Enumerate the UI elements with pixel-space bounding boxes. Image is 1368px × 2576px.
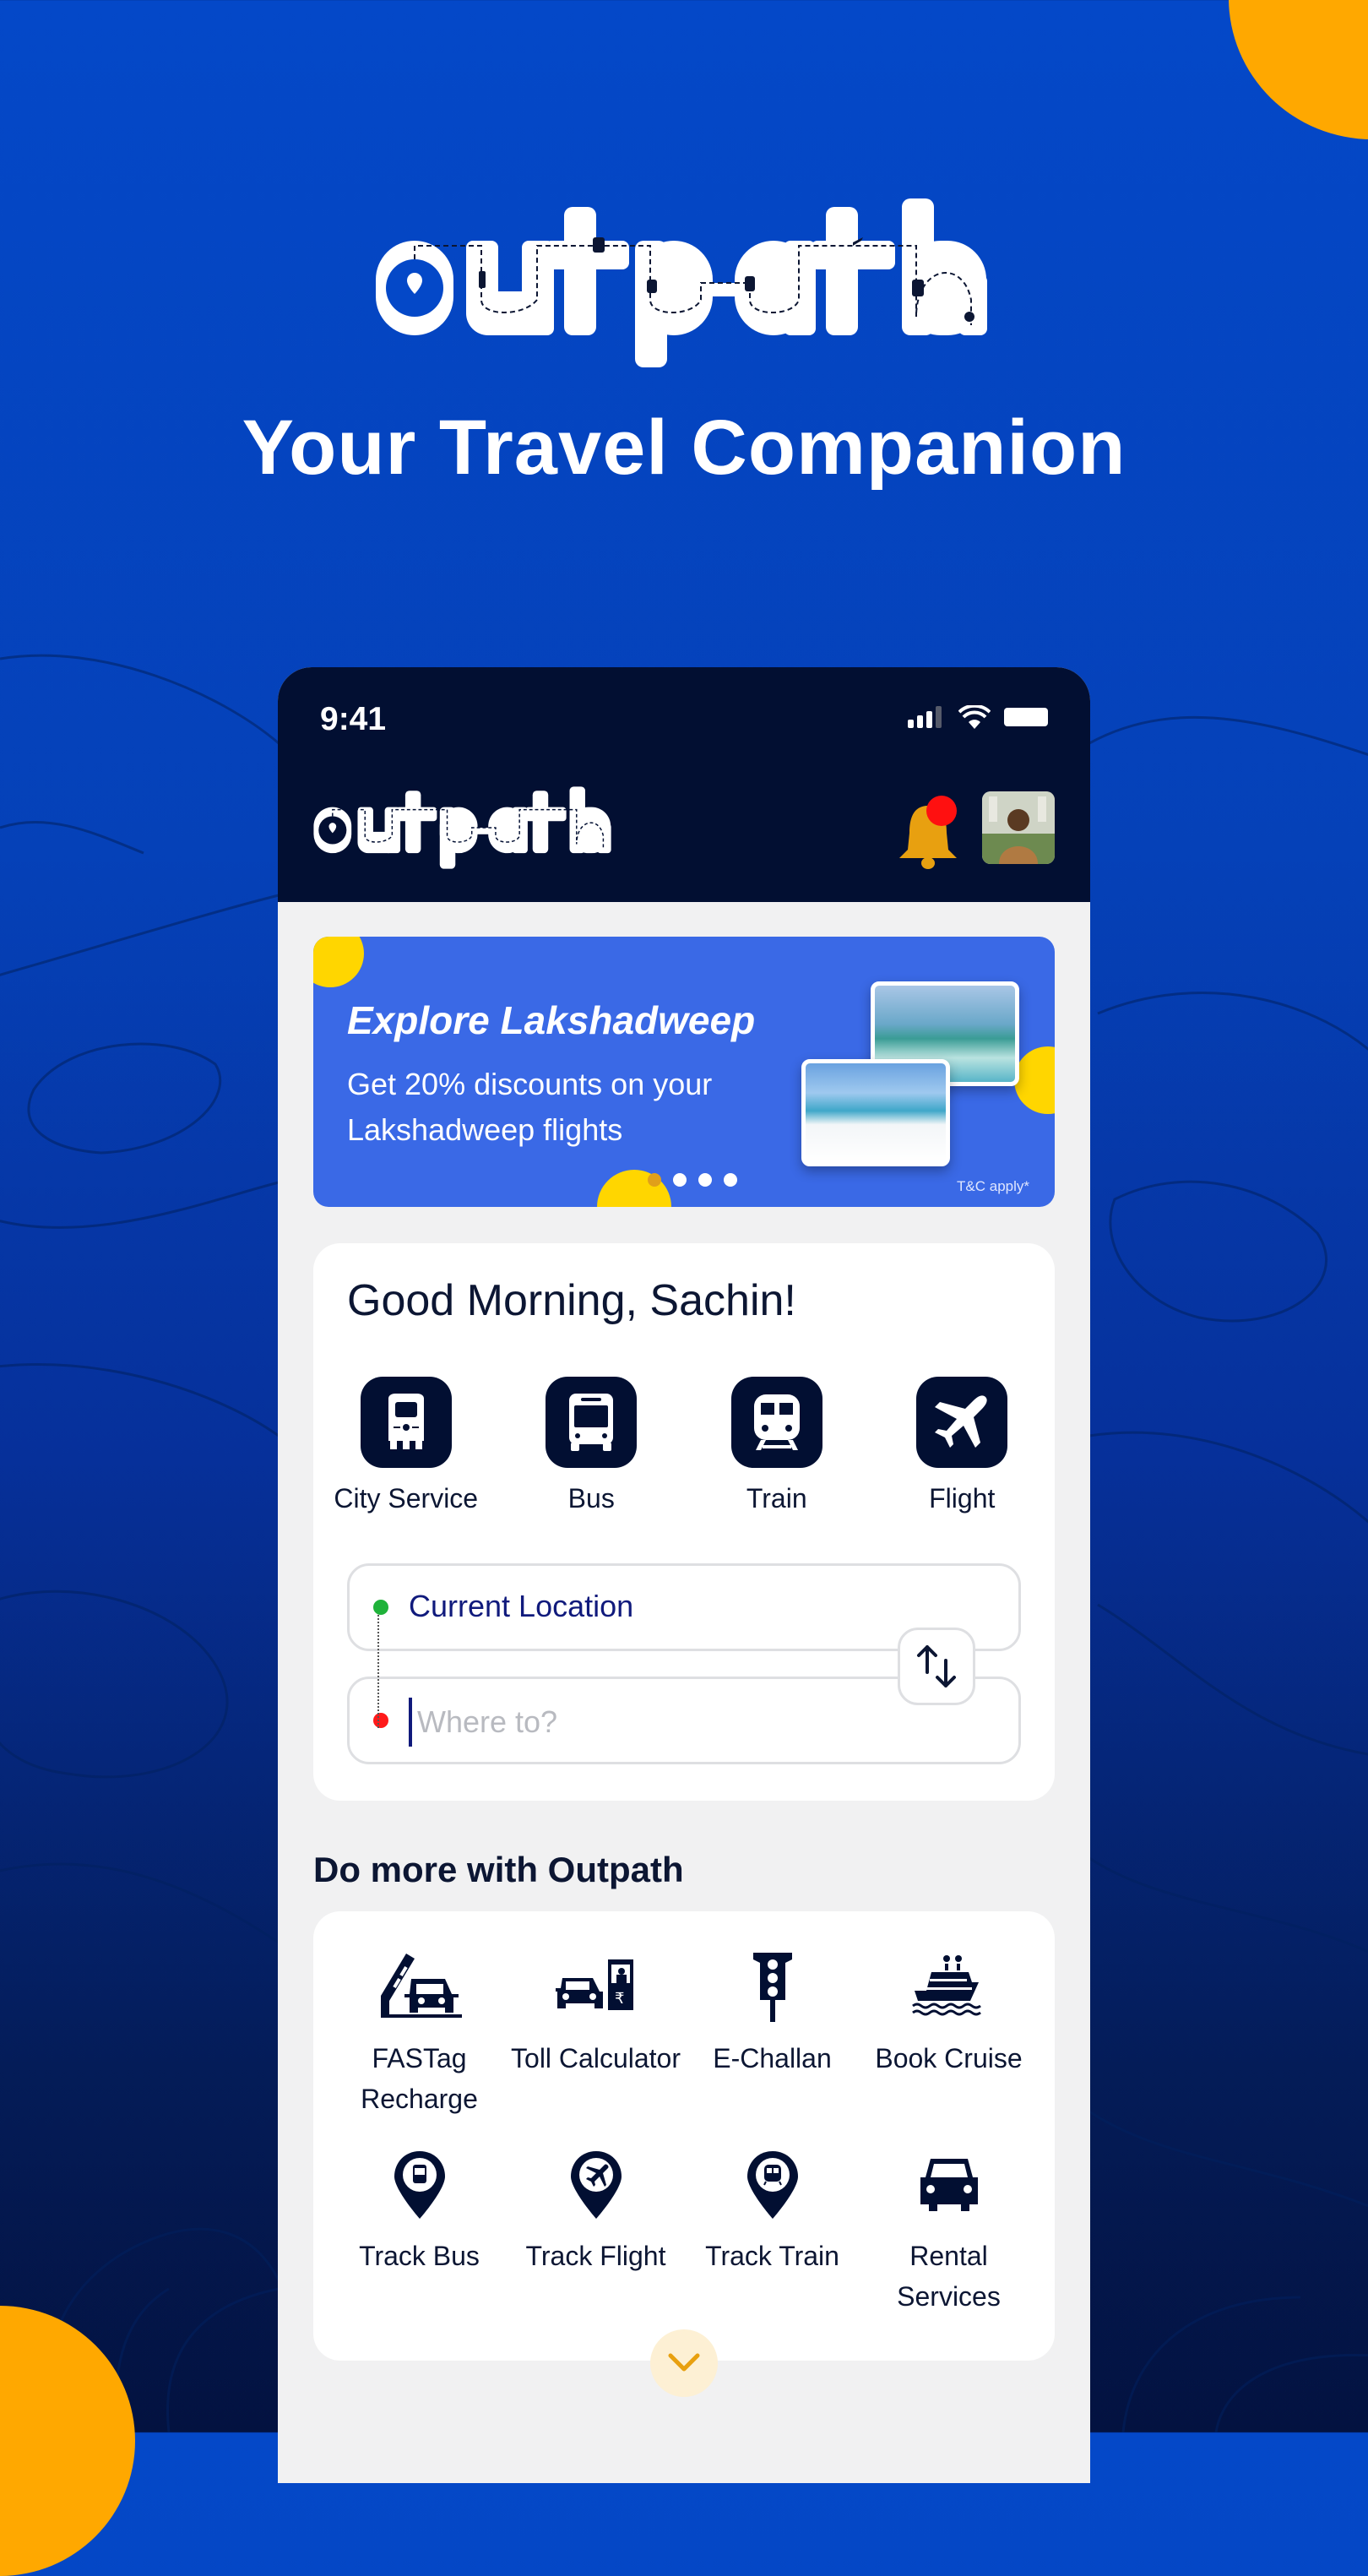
mode-label: Train [746,1483,807,1514]
banner-title: Explore Lakshadweep [347,998,756,1042]
transport-modes: City Service Bus Train Flight [313,1377,1055,1514]
toll-barrier-car-icon [380,1954,462,2018]
bus-location-pin-icon [394,2151,445,2219]
service-book-cruise[interactable]: Book Cruise [860,1945,1037,2119]
car-icon [920,2159,978,2211]
status-time: 9:41 [320,701,387,737]
chevron-down-icon [668,2353,700,2372]
mode-city-service[interactable]: City Service [313,1377,499,1514]
bell-icon [899,796,957,869]
swap-locations-button[interactable] [898,1628,975,1705]
banner-subtitle: Get 20% discounts on your Lakshadweep fl… [347,1067,713,1147]
avatar-photo [982,791,1055,864]
carousel-indicators [648,1173,737,1187]
service-toll-calculator[interactable]: ₹ Toll Calculator [508,1945,684,2119]
service-track-bus[interactable]: Track Bus [331,2143,508,2317]
do-more-heading: Do more with Outpath [313,1850,684,1889]
auto-rickshaw-icon [388,1394,424,1449]
service-track-train[interactable]: Track Train [684,2143,860,2317]
cruise-ship-icon [911,1955,981,2016]
service-fastag-recharge[interactable]: FASTag Recharge [331,1945,508,2119]
mode-flight[interactable]: Flight [870,1377,1056,1514]
airplane-icon [935,1395,987,1448]
bus-icon [569,1394,614,1451]
route-connector-line [377,1615,379,1728]
service-label: Track Flight [525,2241,666,2271]
greeting-text: Good Morning, Sachin! [347,1276,796,1325]
service-label: Track Bus [359,2241,480,2271]
swap-vertical-icon [917,1645,956,1687]
wifi-icon [958,705,991,729]
services-grid: FASTag Recharge ₹ Toll Calculator E-Chal… [313,1945,1072,2317]
service-label: E-Challan [713,2043,832,2073]
promo-banner[interactable]: Explore Lakshadweep Get 20% discounts on… [313,937,1055,1207]
battery-icon [1004,708,1048,726]
destination-input[interactable] [409,1698,959,1747]
status-icons [908,705,1048,729]
outpath-logo-hero [376,198,987,367]
mode-label: Flight [929,1483,996,1514]
mode-label: City Service [334,1483,479,1514]
origin-dot-icon [373,1600,388,1615]
service-rental-services[interactable]: Rental Services [860,2143,1037,2317]
mode-label: Bus [567,1483,615,1514]
carousel-dot[interactable] [698,1173,712,1187]
trip-search-card: Good Morning, Sachin! City Service Bus T… [313,1243,1055,1801]
terms-note: T&C apply* [957,1178,1029,1194]
expand-services-button[interactable] [650,2329,718,2397]
service-track-flight[interactable]: Track Flight [508,2143,684,2317]
notification-badge [926,796,957,826]
hero-tagline: Your Travel Companion [242,405,1126,491]
app-header: 9:41 [278,667,1090,902]
carousel-dot[interactable] [724,1173,737,1187]
destination-dot-icon [373,1713,388,1728]
service-label: Toll Calculator [511,2043,681,2073]
service-label: Track Train [705,2241,839,2271]
user-avatar[interactable] [982,791,1055,864]
train-icon [753,1394,800,1450]
beach-photo [801,1059,950,1166]
toll-booth-icon: ₹ [555,1959,633,2010]
phone-screen: 9:41 Explore Lakshadweep Get 20% discoun… [278,667,1090,2483]
service-e-challan[interactable]: E-Challan [684,1945,860,2119]
mode-train[interactable]: Train [684,1377,870,1514]
signal-icon [908,706,942,728]
service-label: Book Cruise [875,2043,1023,2073]
outpath-logo[interactable] [312,785,616,870]
service-label: Rental Services [897,2241,1001,2312]
services-card: FASTag Recharge ₹ Toll Calculator E-Chal… [313,1911,1055,2361]
from-location-value: Current Location [409,1589,634,1623]
flight-location-pin-icon [570,2151,622,2219]
notification-button[interactable] [894,794,962,872]
service-label: FASTag Recharge [361,2043,478,2114]
train-location-pin-icon [746,2151,798,2219]
traffic-light-icon [752,1953,792,2022]
mode-bus[interactable]: Bus [499,1377,685,1514]
svg-text:₹: ₹ [615,1990,624,2008]
carousel-dot-active[interactable] [648,1173,661,1187]
carousel-dot[interactable] [673,1173,687,1187]
